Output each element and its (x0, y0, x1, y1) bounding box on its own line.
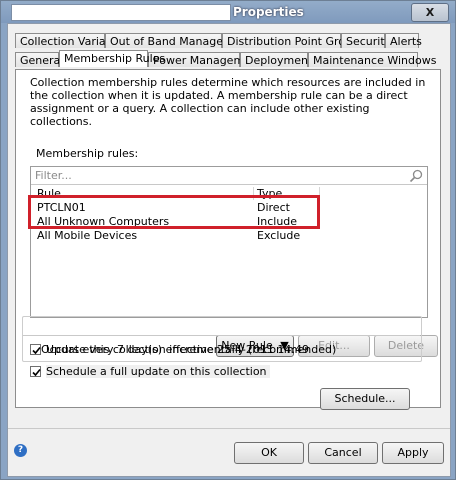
tab-deployments[interactable]: Deployments (240, 52, 318, 67)
rule-type: Exclude (257, 229, 301, 242)
title-bar[interactable]: Properties X (1, 1, 455, 23)
tab-alerts[interactable]: Alerts (385, 33, 422, 48)
close-button[interactable]: X (411, 3, 449, 22)
properties-window: Properties X Collection Variables Out of… (0, 0, 456, 480)
divider (8, 428, 450, 429)
cancel-button[interactable]: Cancel (308, 442, 378, 464)
search-icon[interactable] (409, 169, 423, 183)
description-text: Collection membership rules determine wh… (30, 76, 426, 128)
window-title: Properties (233, 5, 304, 19)
checkmark-icon (32, 368, 41, 377)
tab-general[interactable]: General (15, 52, 63, 67)
ok-button[interactable]: OK (234, 442, 304, 464)
tab-distribution-point-groups[interactable]: Distribution Point Groups (222, 33, 365, 48)
table-row[interactable]: All Mobile Devices Exclude (31, 229, 427, 243)
help-icon[interactable]: ? (14, 444, 27, 457)
apply-button[interactable]: Apply (382, 442, 444, 464)
rule-name: All Mobile Devices (37, 229, 138, 242)
dialog-client-area: Collection Variables Out of Band Managem… (7, 23, 451, 477)
full-update-label: Schedule a full update on this collectio… (46, 365, 270, 378)
filter-input[interactable]: Filter... (31, 167, 427, 185)
tab-out-of-band-management[interactable]: Out of Band Management (105, 33, 252, 48)
tab-membership-rules[interactable]: Membership Rules (59, 50, 165, 67)
tab-collection-variables[interactable]: Collection Variables (15, 33, 128, 48)
tab-maintenance-windows[interactable]: Maintenance Windows (308, 52, 436, 67)
tab-security[interactable]: Security (341, 33, 391, 48)
membership-rules-label: Membership rules: (36, 147, 139, 160)
membership-rules-list[interactable]: Filter... Rule Type PTCLN01 Direct All U… (30, 166, 428, 318)
schedule-text: Occurs every 7 day(s) effective 25-4-201… (41, 343, 310, 356)
full-update-checkbox[interactable] (30, 366, 41, 377)
red-highlight-box (28, 195, 320, 229)
full-update-group: Occurs every 7 day(s) effective 25-4-201… (22, 316, 422, 362)
schedule-button[interactable]: Schedule... (320, 388, 410, 410)
title-redacted-field (11, 4, 231, 21)
